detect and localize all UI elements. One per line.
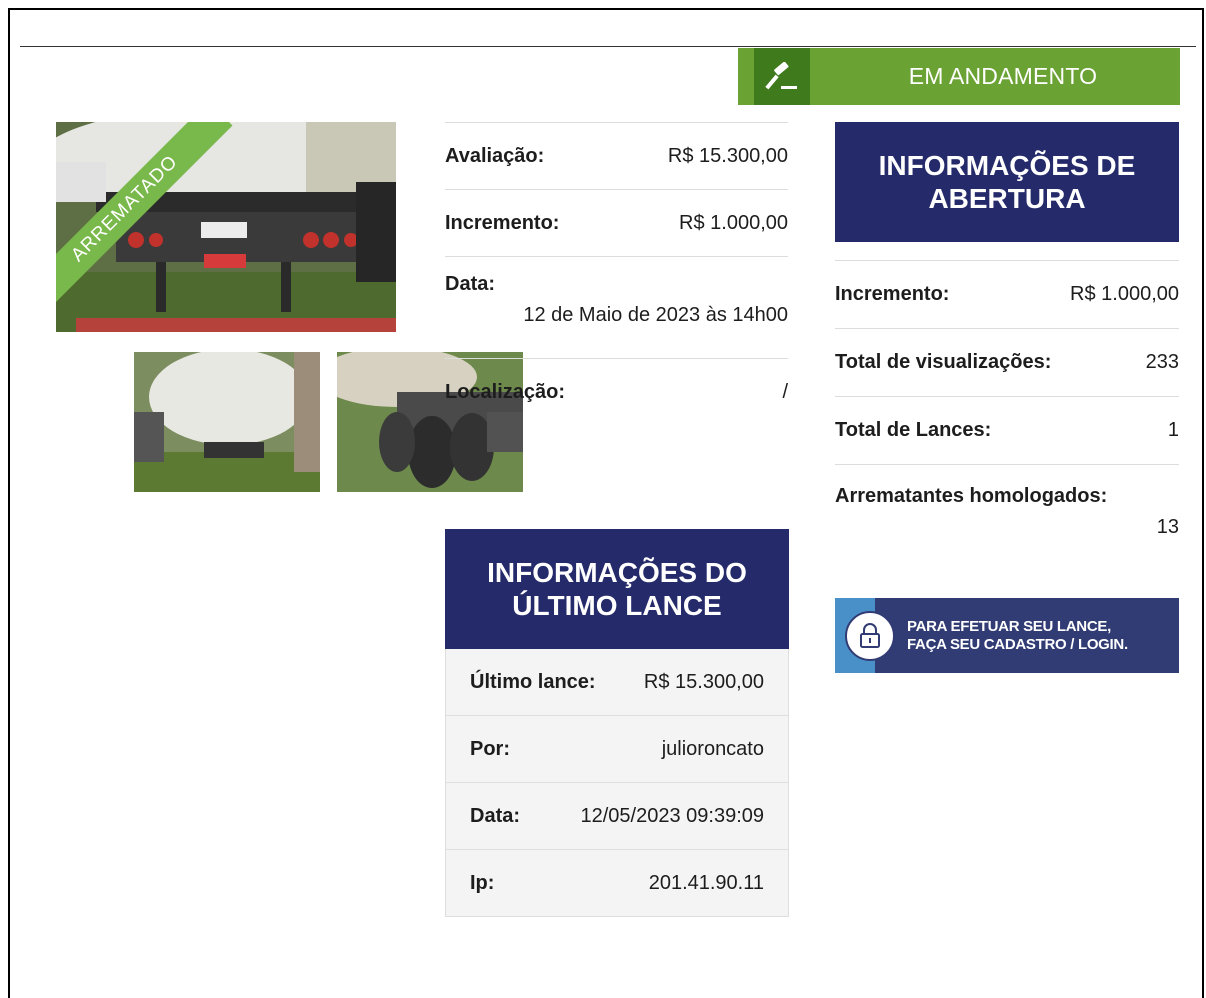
bids-label: Total de Lances:: [835, 419, 992, 441]
ip-label: Ip:: [470, 871, 495, 894]
opening-info-panel: INFORMAÇÕES DE ABERTURA Incremento: R$ 1…: [835, 122, 1179, 554]
login-banner-line2: FAÇA SEU CADASTRO / LOGIN.: [907, 635, 1128, 653]
bids-row: Total de Lances: 1: [835, 396, 1179, 464]
ip-row: Ip: 201.41.90.11: [445, 850, 789, 917]
views-value: 233: [1145, 351, 1179, 373]
date-label: Data:: [445, 273, 496, 295]
last-bid-label: Último lance:: [470, 670, 596, 693]
location-value: /: [782, 380, 788, 403]
last-bid-title: INFORMAÇÕES DO ÚLTIMO LANCE: [445, 529, 789, 649]
bidder-value: julioroncato: [661, 737, 764, 760]
login-accent: [835, 598, 895, 673]
approved-bidders-value: 13: [1156, 516, 1179, 538]
lot-main-photo[interactable]: ARREMATADO: [56, 122, 396, 332]
ip-value: 201.41.90.11: [648, 871, 764, 894]
bid-date-value: 12/05/2023 09:39:09: [580, 804, 764, 827]
last-bid-panel: INFORMAÇÕES DO ÚLTIMO LANCE Último lance…: [445, 529, 789, 917]
opening-increment-label: Incremento:: [835, 283, 950, 305]
increment-value: R$ 1.000,00: [679, 211, 788, 234]
opening-info-title: INFORMAÇÕES DE ABERTURA: [835, 122, 1179, 242]
lot-thumbnail-1[interactable]: [134, 352, 320, 492]
bidder-row: Por: julioroncato: [445, 716, 789, 783]
lot-details: Avaliação: R$ 15.300,00 Incremento: R$ 1…: [445, 122, 788, 425]
login-banner-line1: PARA EFETUAR SEU LANCE,: [907, 617, 1111, 635]
login-to-bid-button[interactable]: PARA EFETUAR SEU LANCE, FAÇA SEU CADASTR…: [835, 598, 1179, 673]
bid-date-row: Data: 12/05/2023 09:39:09: [445, 783, 789, 850]
status-icon-box: [738, 48, 826, 105]
last-bid-value: R$ 15.300,00: [643, 670, 764, 693]
opening-info-list: Incremento: R$ 1.000,00 Total de visuali…: [835, 260, 1179, 554]
opening-increment-value: R$ 1.000,00: [1070, 283, 1179, 305]
approved-bidders-label: Arrematantes homologados:: [835, 485, 1108, 507]
location-row: Localização: /: [445, 358, 788, 425]
status-banner: EM ANDAMENTO: [738, 48, 1180, 105]
lock-icon: [845, 611, 895, 661]
last-bid-row: Último lance: R$ 15.300,00: [445, 649, 789, 716]
increment-label: Incremento:: [445, 211, 560, 234]
divider: [20, 46, 1196, 47]
login-banner-text: PARA EFETUAR SEU LANCE, FAÇA SEU CADASTR…: [907, 618, 1128, 654]
date-value: 12 de Maio de 2023 às 14h00: [523, 304, 788, 326]
status-label: EM ANDAMENTO: [908, 63, 1098, 89]
approved-bidders-row: Arrematantes homologados: 13: [835, 464, 1179, 554]
evaluation-value: R$ 15.300,00: [667, 144, 788, 167]
increment-row: Incremento: R$ 1.000,00: [445, 189, 788, 256]
views-label: Total de visualizações:: [835, 351, 1052, 373]
evaluation-label: Avaliação:: [445, 144, 545, 167]
opening-increment-row: Incremento: R$ 1.000,00: [835, 260, 1179, 328]
location-label: Localização:: [445, 380, 566, 403]
bid-date-label: Data:: [470, 804, 521, 827]
views-row: Total de visualizações: 233: [835, 328, 1179, 396]
bidder-label: Por:: [470, 737, 510, 760]
gavel-icon: [754, 48, 810, 105]
date-row: Data: 12 de Maio de 2023 às 14h00: [445, 256, 788, 358]
bids-value: 1: [1167, 419, 1179, 441]
evaluation-row: Avaliação: R$ 15.300,00: [445, 122, 788, 189]
